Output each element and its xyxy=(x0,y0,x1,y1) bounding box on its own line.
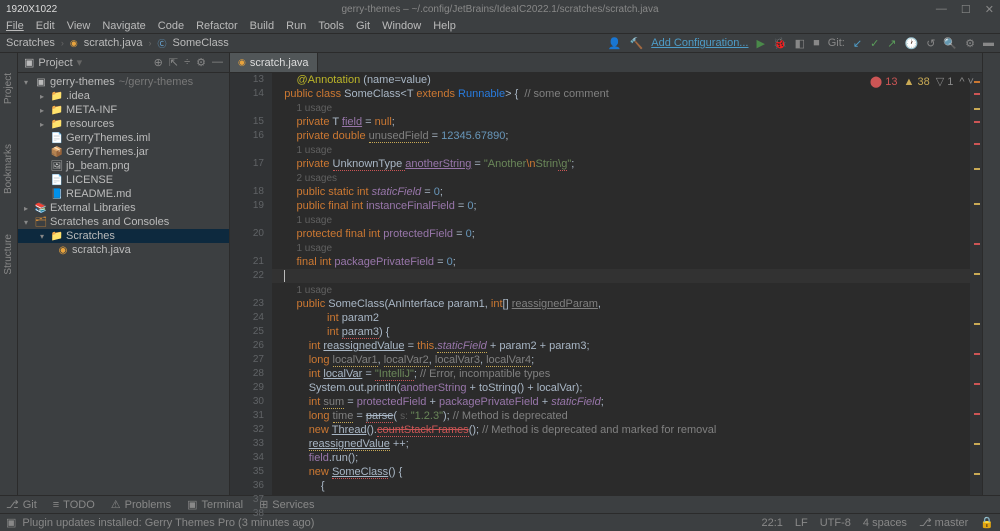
expand-icon[interactable]: ⇱ xyxy=(169,56,178,69)
minimize-icon[interactable]: — xyxy=(936,3,947,16)
notification-icon[interactable]: ▬ xyxy=(983,37,994,49)
bottom-tool-bar: ⎇Git ≡TODO ⚠Problems ▣Terminal ⊞Services xyxy=(0,495,1000,513)
menu-build[interactable]: Build xyxy=(250,20,274,32)
build-icon[interactable]: 🔨 xyxy=(630,37,644,50)
tool-todo[interactable]: ≡TODO xyxy=(53,499,95,511)
locate-icon[interactable]: ⊕ xyxy=(154,56,163,69)
maximize-icon[interactable]: ☐ xyxy=(961,3,971,16)
breadcrumb: Scratches › ◉ scratch.java › Ⓒ SomeClass xyxy=(6,37,229,50)
tool-services[interactable]: ⊞Services xyxy=(259,498,314,511)
git-history-icon[interactable]: 🕐 xyxy=(905,37,919,50)
status-branch[interactable]: ⎇ master xyxy=(919,516,968,529)
status-encoding[interactable]: UTF-8 xyxy=(820,517,851,529)
tree-iml[interactable]: 📄GerryThemes.iml xyxy=(18,131,229,145)
editor-area: ◉ scratch.java ⬤ 13 ▲ 38 ▽ 1 ^ ˅ 131415 … xyxy=(230,53,982,495)
git-push-icon[interactable]: ↗ xyxy=(887,37,896,50)
tool-project[interactable]: Project xyxy=(3,73,14,104)
sidebar-title: Project xyxy=(38,57,72,69)
tree-png[interactable]: 🖼jb_beam.png xyxy=(18,159,229,173)
inspection-overlay[interactable]: ⬤ 13 ▲ 38 ▽ 1 ^ ˅ xyxy=(870,75,974,89)
menu-window[interactable]: Window xyxy=(382,20,421,32)
menu-git[interactable]: Git xyxy=(356,20,370,32)
status-message: Plugin updates installed: Gerry Themes P… xyxy=(22,517,314,529)
error-stripe[interactable] xyxy=(970,73,982,495)
status-line-ending[interactable]: LF xyxy=(795,517,808,529)
menu-code[interactable]: Code xyxy=(158,20,184,32)
git-label: Git: xyxy=(828,37,845,49)
tab-scratch[interactable]: ◉ scratch.java xyxy=(230,53,318,72)
title-bar: 1920X1022 gerry-themes – ~/.config/JetBr… xyxy=(0,0,1000,18)
tree-jar[interactable]: 📦GerryThemes.jar xyxy=(18,145,229,159)
breadcrumb-class[interactable]: SomeClass xyxy=(173,37,229,49)
nav-bar: Scratches › ◉ scratch.java › Ⓒ SomeClass… xyxy=(0,34,1000,53)
tree-root[interactable]: ▾▣gerry-themes~/gerry-themes xyxy=(18,75,229,89)
chevron-down-icon[interactable]: ▾ xyxy=(77,56,83,69)
right-tool-strip xyxy=(982,53,1000,495)
tree-scratch-file[interactable]: ◉scratch.java xyxy=(18,243,229,257)
status-bar: ▣ Plugin updates installed: Gerry Themes… xyxy=(0,513,1000,531)
window-dims: 1920X1022 xyxy=(6,4,57,15)
menu-view[interactable]: View xyxy=(67,20,91,32)
breadcrumb-root[interactable]: Scratches xyxy=(6,37,55,49)
lock-icon[interactable]: 🔒 xyxy=(980,516,994,529)
search-icon[interactable]: 🔍 xyxy=(943,37,957,50)
run-icon[interactable]: ▶ xyxy=(756,37,764,50)
git-update-icon[interactable]: ↙ xyxy=(853,37,862,50)
menu-refactor[interactable]: Refactor xyxy=(196,20,238,32)
menu-navigate[interactable]: Navigate xyxy=(102,20,145,32)
menu-edit[interactable]: Edit xyxy=(36,20,55,32)
close-icon[interactable]: ✕ xyxy=(985,3,994,16)
git-rollback-icon[interactable]: ↺ xyxy=(926,37,935,50)
tab-label: scratch.java xyxy=(250,57,309,69)
menu-help[interactable]: Help xyxy=(433,20,456,32)
tree-resources[interactable]: ▸📁resources xyxy=(18,117,229,131)
menu-bar: File Edit View Navigate Code Refactor Bu… xyxy=(0,18,1000,34)
java-icon: ◉ xyxy=(70,38,78,49)
window-title: gerry-themes – ~/.config/JetBrains/IdeaI… xyxy=(341,4,658,15)
tree-idea[interactable]: ▸📁.idea xyxy=(18,89,229,103)
git-commit-icon[interactable]: ✓ xyxy=(870,37,879,50)
tool-problems[interactable]: ⚠Problems xyxy=(111,498,171,511)
project-sidebar: ▣ Project ▾ ⊕ ⇱ ÷ ⚙ — ▾▣gerry-themes~/ge… xyxy=(18,53,230,495)
tool-git[interactable]: ⎇Git xyxy=(6,498,37,511)
tool-bookmarks[interactable]: Bookmarks xyxy=(3,144,14,194)
tool-structure[interactable]: Structure xyxy=(3,234,14,275)
status-position[interactable]: 22:1 xyxy=(761,517,782,529)
tree-metainf[interactable]: ▸📁META-INF xyxy=(18,103,229,117)
tree-external[interactable]: ▸📚External Libraries xyxy=(18,201,229,215)
menu-tools[interactable]: Tools xyxy=(318,20,344,32)
left-tool-strip: Project Bookmarks Structure xyxy=(0,53,18,495)
tree-scratches-consoles[interactable]: ▾🗂Scratches and Consoles xyxy=(18,215,229,229)
folder-icon: ▣ xyxy=(24,56,34,69)
breadcrumb-file[interactable]: scratch.java xyxy=(84,37,143,49)
tree-scratches[interactable]: ▾📁Scratches xyxy=(18,229,229,243)
debug-icon[interactable]: 🐞 xyxy=(773,37,787,50)
user-icon[interactable]: 👤 xyxy=(608,37,622,50)
hide-icon[interactable]: — xyxy=(212,56,223,69)
tool-windows-icon[interactable]: ▣ xyxy=(6,516,16,529)
stop-icon[interactable]: ■ xyxy=(813,37,820,49)
code-editor[interactable]: @Annotation (name=value) public class So… xyxy=(272,73,970,495)
settings-icon[interactable]: ⚙ xyxy=(196,56,206,69)
menu-file[interactable]: File xyxy=(6,20,24,32)
coverage-icon[interactable]: ◧ xyxy=(795,37,805,50)
project-tree[interactable]: ▾▣gerry-themes~/gerry-themes ▸📁.idea ▸📁M… xyxy=(18,73,229,495)
java-icon: ◉ xyxy=(238,57,246,68)
tree-license[interactable]: 📄LICENSE xyxy=(18,173,229,187)
add-configuration-button[interactable]: Add Configuration... xyxy=(651,37,748,49)
editor-tabs: ◉ scratch.java xyxy=(230,53,982,73)
status-indent[interactable]: 4 spaces xyxy=(863,517,907,529)
collapse-icon[interactable]: ÷ xyxy=(184,56,190,69)
gutter[interactable]: 131415 1617 181920 2122 23242526 2728293… xyxy=(230,73,272,495)
tree-readme[interactable]: 📘README.md xyxy=(18,187,229,201)
menu-run[interactable]: Run xyxy=(286,20,306,32)
class-icon: Ⓒ xyxy=(157,37,166,50)
gear-icon[interactable]: ⚙ xyxy=(965,37,975,50)
